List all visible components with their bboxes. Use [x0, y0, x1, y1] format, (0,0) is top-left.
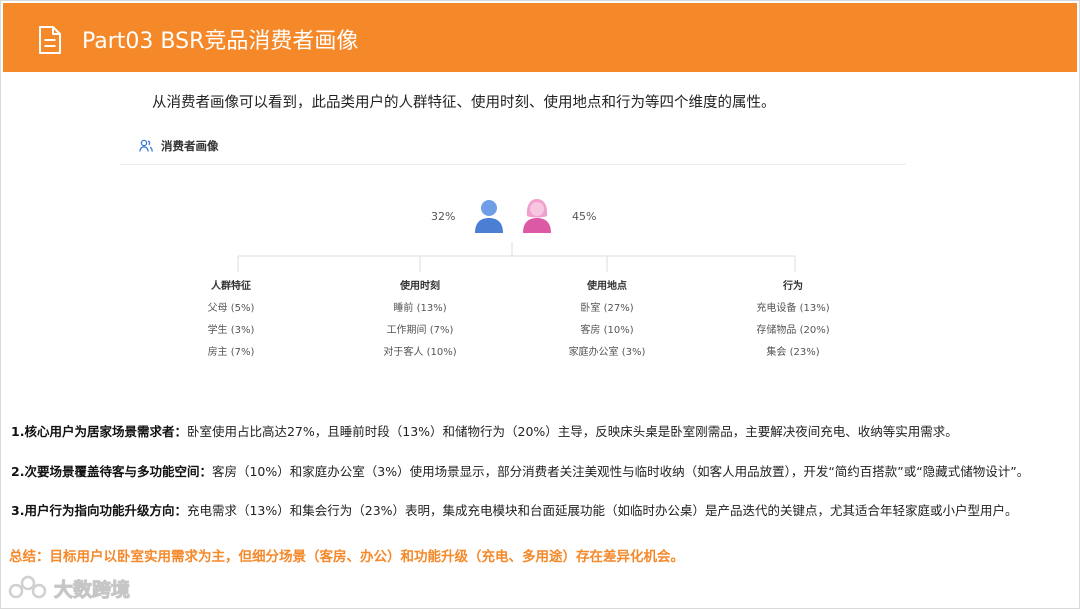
insight-point-2: 2.次要场景覆盖待客与多功能空间：客房（10%）和家庭办公室（3%）使用场景显示…: [11, 461, 1029, 480]
column-title: 行为: [783, 281, 803, 292]
female-user-icon: [523, 199, 551, 233]
column-usage-time: 使用时刻 睡前 (13%) 工作期间 (7%) 对于客人 (10%): [330, 281, 510, 369]
users-icon: [139, 139, 153, 152]
insight-label: 2.次要场景覆盖待客与多功能空间：: [11, 464, 212, 479]
male-user-icon: [475, 200, 503, 233]
card-header: 消费者画像: [139, 138, 219, 154]
watermark-text: 大数跨境: [53, 578, 131, 601]
insight-point-1: 1.核心用户为居家场景需求者：卧室使用占比高达27%，且睡前时段（13%）和储物…: [11, 421, 958, 440]
column-item: 对于客人 (10%): [383, 347, 457, 358]
document-icon: [39, 26, 61, 54]
summary-text: 总结：目标用户以卧室实用需求为主，但细分场景（客房、办公）和功能升级（充电、多用…: [9, 549, 684, 565]
insight-point-3: 3.用户行为指向功能升级方向：充电需求（13%）和集会行为（23%）表明，集成充…: [11, 500, 1018, 519]
column-item: 集会 (23%): [766, 347, 820, 358]
column-item: 存储物品 (20%): [756, 325, 830, 336]
column-behavior: 行为 充电设备 (13%) 存储物品 (20%) 集会 (23%): [703, 281, 883, 369]
column-item: 充电设备 (13%): [756, 303, 830, 314]
female-percentage: 45%: [572, 210, 597, 223]
slide-header: Part03 BSR竞品消费者画像: [3, 3, 1077, 72]
column-item: 卧室 (27%): [580, 303, 634, 314]
insight-text: 充电需求（13%）和集会行为（23%）表明，集成充电模块和台面延展功能（如临时办…: [186, 503, 1018, 518]
column-title: 人群特征: [211, 281, 251, 292]
column-title: 使用时刻: [400, 281, 440, 292]
column-item: 客房 (10%): [580, 325, 634, 336]
column-crowd-features: 人群特征 父母 (5%) 学生 (3%) 房主 (7%): [141, 281, 321, 369]
column-item: 工作期间 (7%): [386, 325, 454, 336]
column-item: 家庭办公室 (3%): [568, 347, 646, 358]
insight-label: 1.核心用户为居家场景需求者：: [11, 424, 187, 439]
card-divider: [120, 164, 906, 165]
column-title: 使用地点: [587, 281, 627, 292]
column-item: 房主 (7%): [207, 347, 255, 358]
card-title: 消费者画像: [161, 139, 219, 153]
intro-text: 从消费者画像可以看到，此品类用户的人群特征、使用时刻、使用地点和行为等四个维度的…: [152, 95, 776, 111]
column-item: 学生 (3%): [207, 325, 255, 336]
column-usage-location: 使用地点 卧室 (27%) 客房 (10%) 家庭办公室 (3%): [517, 281, 697, 369]
insight-label: 3.用户行为指向功能升级方向：: [11, 503, 187, 518]
brand-logo-icon: [8, 575, 47, 599]
column-item: 睡前 (13%): [393, 303, 447, 314]
column-item: 父母 (5%): [207, 303, 255, 314]
page-title: Part03 BSR竞品消费者画像: [82, 29, 359, 54]
insight-text: 卧室使用占比高达27%，且睡前时段（13%）和储物行为（20%）主导，反映床头桌…: [186, 424, 958, 439]
male-percentage: 32%: [431, 210, 456, 223]
insight-text: 客房（10%）和家庭办公室（3%）使用场景显示，部分消费者关注美观性与临时收纳（…: [211, 464, 1030, 479]
watermark-logo: 大数跨境: [8, 574, 131, 602]
